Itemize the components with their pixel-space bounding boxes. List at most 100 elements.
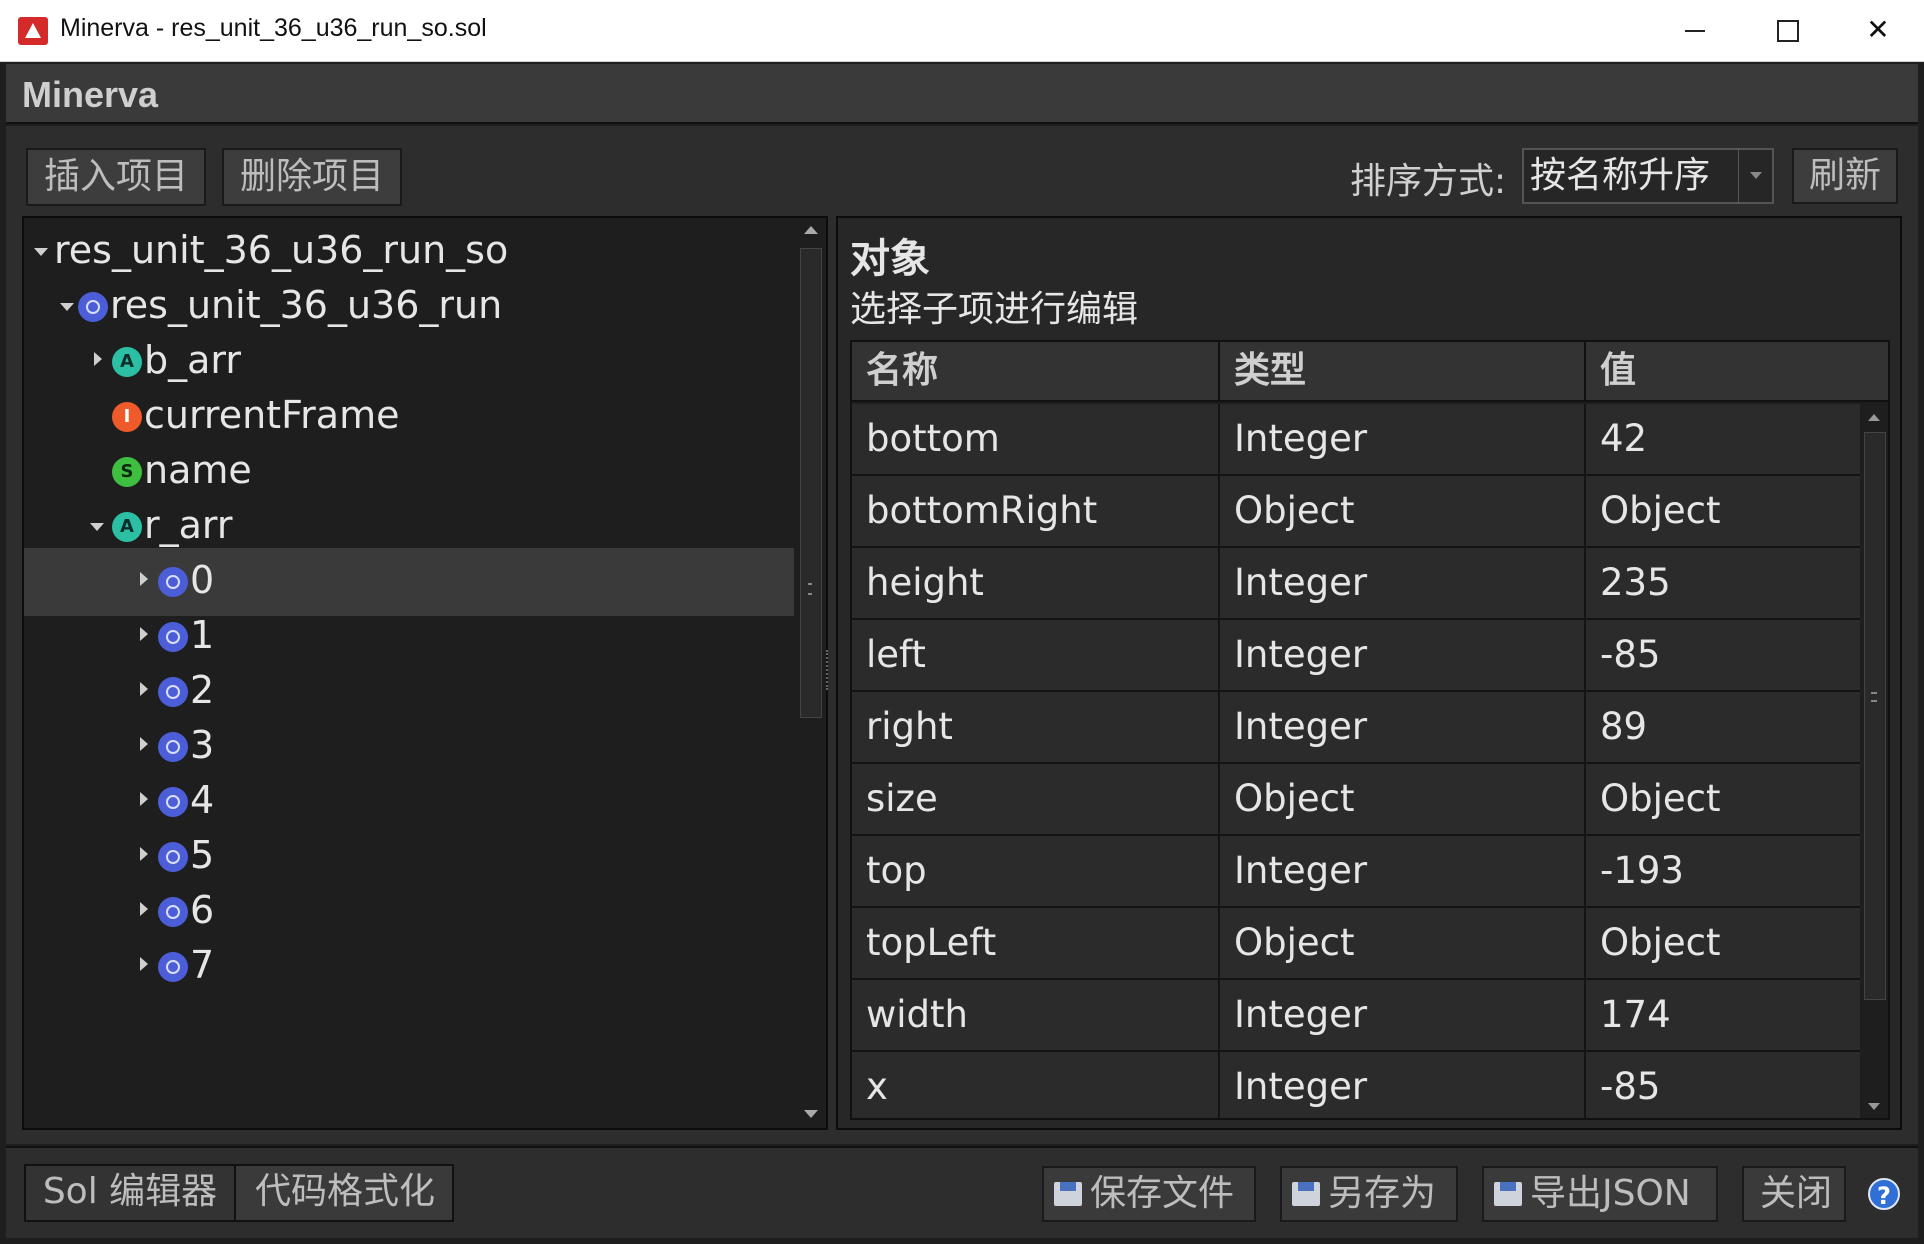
- app-header: Minerva: [6, 64, 1918, 124]
- cell-name: bottom: [852, 404, 1220, 474]
- column-header-type[interactable]: 类型: [1220, 342, 1586, 402]
- cell-value[interactable]: 235: [1586, 548, 1860, 618]
- cell-value[interactable]: -85: [1586, 620, 1860, 690]
- save-as-button[interactable]: 另存为: [1280, 1166, 1458, 1222]
- table-row[interactable]: size Object Object: [852, 764, 1860, 836]
- tab-code-format[interactable]: 代码格式化: [238, 1166, 452, 1220]
- table-row[interactable]: bottom Integer 42: [852, 404, 1860, 476]
- chevron-right-icon[interactable]: [140, 572, 148, 586]
- tree-item-label: 6: [190, 888, 215, 932]
- tree-item-label: res_unit_36_u36_run_so: [54, 228, 509, 272]
- panel-splitter[interactable]: [826, 650, 832, 690]
- save-file-label: 保存文件: [1090, 1173, 1235, 1214]
- table-row[interactable]: right Integer 89: [852, 692, 1860, 764]
- tree-item-label: name: [144, 448, 252, 492]
- tree-item-label: r_arr: [144, 503, 233, 547]
- cell-type: Integer: [1220, 548, 1586, 618]
- export-json-label: 导出JSON: [1530, 1173, 1691, 1214]
- integer-icon: I: [112, 402, 142, 432]
- cell-value[interactable]: 89: [1586, 692, 1860, 762]
- app-brand: Minerva: [22, 74, 159, 115]
- cell-value[interactable]: Object: [1586, 476, 1860, 546]
- cell-name: top: [852, 836, 1220, 906]
- cell-type: Integer: [1220, 836, 1586, 906]
- cell-value[interactable]: Object: [1586, 908, 1860, 978]
- cell-type: Integer: [1220, 692, 1586, 762]
- cell-value[interactable]: -193: [1586, 836, 1860, 906]
- scroll-up-icon[interactable]: [1868, 414, 1880, 421]
- cell-name: width: [852, 980, 1220, 1050]
- cell-type: Object: [1220, 908, 1586, 978]
- table-row[interactable]: height Integer 235: [852, 548, 1860, 620]
- scroll-down-icon[interactable]: [804, 1110, 818, 1118]
- table-scrollbar[interactable]: [1862, 404, 1888, 1118]
- scrollbar-thumb[interactable]: [1864, 432, 1886, 1000]
- refresh-button[interactable]: 刷新: [1792, 148, 1898, 204]
- save-file-button[interactable]: 保存文件: [1042, 1166, 1256, 1222]
- delete-item-button[interactable]: 删除项目: [222, 148, 402, 206]
- cell-value[interactable]: 42: [1586, 404, 1860, 474]
- column-header-value[interactable]: 值: [1586, 342, 1888, 402]
- cell-type: Integer: [1220, 980, 1586, 1050]
- grip-icon: [808, 583, 812, 595]
- cell-type: Integer: [1220, 1052, 1586, 1118]
- cell-name: size: [852, 764, 1220, 834]
- sort-select-value: 按名称升序: [1530, 155, 1711, 196]
- scrollbar-thumb[interactable]: [800, 248, 822, 718]
- properties-table: 名称 类型 值 bottom Integer 42 bottomRight Ob…: [850, 340, 1890, 1120]
- chevron-down-icon[interactable]: [1738, 150, 1772, 202]
- tree-panel: res_unit_36_u36_run_so res_unit_36_u36_r…: [22, 216, 828, 1130]
- cell-name: left: [852, 620, 1220, 690]
- chevron-right-icon[interactable]: [140, 957, 148, 971]
- sort-select[interactable]: 按名称升序: [1522, 148, 1774, 204]
- chevron-down-icon[interactable]: [34, 248, 48, 256]
- tree-item-label: 4: [190, 778, 215, 822]
- chevron-right-icon[interactable]: [140, 902, 148, 916]
- tree-item-label: b_arr: [144, 338, 241, 382]
- object-icon: [158, 732, 188, 762]
- cell-value[interactable]: -85: [1586, 1052, 1860, 1118]
- scroll-up-icon[interactable]: [804, 226, 818, 234]
- save-icon: [1054, 1182, 1082, 1206]
- close-label: 关闭: [1760, 1173, 1833, 1214]
- tree-item-label: 1: [190, 613, 215, 657]
- cell-value[interactable]: Object: [1586, 764, 1860, 834]
- chevron-right-icon[interactable]: [140, 627, 148, 641]
- minimize-icon[interactable]: [1648, 0, 1740, 62]
- table-header: 名称 类型 值: [852, 342, 1888, 402]
- chevron-right-icon[interactable]: [94, 352, 102, 366]
- mode-tabs: Sol 编辑器 代码格式化: [24, 1164, 454, 1222]
- scroll-down-icon[interactable]: [1868, 1103, 1880, 1110]
- chevron-right-icon[interactable]: [140, 737, 148, 751]
- table-row[interactable]: topLeft Object Object: [852, 908, 1860, 980]
- chevron-right-icon[interactable]: [140, 682, 148, 696]
- column-header-name[interactable]: 名称: [852, 342, 1220, 402]
- table-row[interactable]: bottomRight Object Object: [852, 476, 1860, 548]
- object-icon: [158, 567, 188, 597]
- maximize-icon[interactable]: [1740, 0, 1832, 62]
- sort-label: 排序方式:: [1350, 161, 1507, 202]
- object-icon: [158, 677, 188, 707]
- chevron-down-icon[interactable]: [60, 303, 74, 311]
- chevron-down-icon[interactable]: [90, 523, 104, 531]
- table-row[interactable]: top Integer -193: [852, 836, 1860, 908]
- cell-name: right: [852, 692, 1220, 762]
- table-row[interactable]: left Integer -85: [852, 620, 1860, 692]
- chevron-right-icon[interactable]: [140, 792, 148, 806]
- tab-sol-editor[interactable]: Sol 编辑器: [26, 1166, 236, 1220]
- save-as-label: 另存为: [1328, 1173, 1437, 1214]
- close-icon[interactable]: ✕: [1832, 0, 1924, 62]
- help-icon[interactable]: ?: [1868, 1178, 1900, 1210]
- tree-item-label: 2: [190, 668, 215, 712]
- tree-scrollbar[interactable]: [798, 218, 824, 1128]
- table-row[interactable]: x Integer -85: [852, 1052, 1860, 1118]
- table-row[interactable]: width Integer 174: [852, 980, 1860, 1052]
- insert-item-button[interactable]: 插入项目: [26, 148, 206, 206]
- cell-value[interactable]: 174: [1586, 980, 1860, 1050]
- object-icon: [158, 897, 188, 927]
- string-icon: S: [112, 457, 142, 487]
- chevron-right-icon[interactable]: [140, 847, 148, 861]
- tree-item[interactable]: 7: [24, 933, 794, 1001]
- close-button[interactable]: 关闭: [1742, 1166, 1846, 1222]
- export-json-button[interactable]: 导出JSON: [1482, 1166, 1718, 1222]
